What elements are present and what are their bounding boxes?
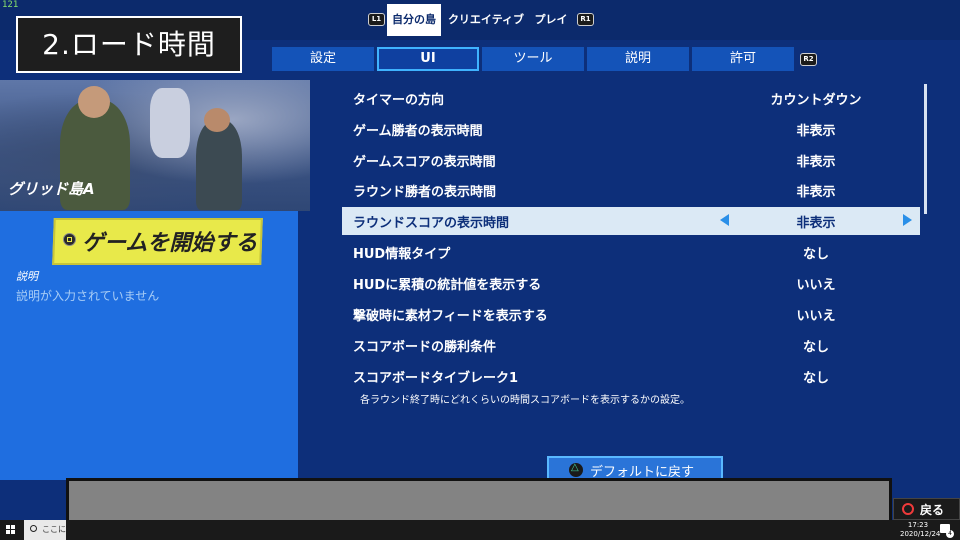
setting-row-value[interactable]: 非表示	[756, 181, 876, 200]
top-tab-creative[interactable]: クリエイティブ	[446, 4, 526, 36]
setting-row-label[interactable]: ラウンド勝者の表示時間	[353, 181, 496, 200]
setting-row-value[interactable]: なし	[756, 336, 876, 355]
setting-row-value[interactable]: なし	[756, 243, 876, 262]
notification-count-badge: 4	[946, 530, 954, 538]
setting-row-label[interactable]: タイマーの方向	[353, 89, 444, 108]
arrow-left-icon[interactable]	[720, 214, 729, 226]
setting-row-label[interactable]: スコアボードの勝利条件	[353, 336, 496, 355]
description-value: 説明が入力されていません	[16, 289, 160, 303]
tab-tools[interactable]: ツール	[482, 47, 584, 71]
setting-row-value[interactable]: 非表示	[756, 120, 876, 139]
tab-settings[interactable]: 設定	[272, 47, 374, 71]
setting-row-label[interactable]: ゲーム勝者の表示時間	[353, 120, 483, 139]
setting-row-value[interactable]: カウントダウン	[756, 89, 876, 108]
setting-row-value[interactable]: なし	[756, 367, 876, 386]
setting-row-label[interactable]: 撃破時に素材フィードを表示する	[353, 305, 548, 324]
square-button-icon	[63, 233, 76, 246]
setting-row-value-selected[interactable]: 非表示	[756, 212, 876, 231]
setting-row-label[interactable]: ゲームスコアの表示時間	[353, 151, 496, 170]
arrow-right-icon[interactable]	[903, 214, 912, 226]
top-tab-my-island[interactable]: 自分の島	[387, 4, 441, 36]
taskbar-time: 17:23	[907, 521, 929, 529]
taskbar-clock[interactable]: 17:23 2020/12/24	[900, 521, 941, 539]
description-label: 説明	[16, 270, 38, 283]
windows-taskbar	[0, 520, 960, 540]
l1-button-icon: L1	[368, 13, 385, 26]
taskbar-search-placeholder: ここに入	[42, 525, 66, 534]
back-button-label: 戻る	[920, 503, 945, 517]
tab-ui[interactable]: UI	[377, 47, 479, 71]
fps-counter: 121	[2, 0, 19, 10]
setting-row-value[interactable]: 非表示	[756, 151, 876, 170]
tab-permissions[interactable]: 許可	[692, 47, 794, 71]
setting-row-label[interactable]: HUDに累積の統計値を表示する	[353, 274, 541, 293]
setting-row-label[interactable]: HUD情報タイプ	[353, 243, 450, 262]
search-icon	[30, 525, 37, 532]
start-game-button-label: ゲームを開始する	[82, 231, 258, 256]
windows-start-icon[interactable]	[6, 525, 16, 535]
r1-button-icon: R1	[577, 13, 594, 26]
setting-row-label[interactable]: スコアボードタイブレーク1	[353, 367, 518, 386]
island-name: グリッド島A	[8, 180, 95, 198]
triangle-button-icon	[569, 462, 583, 477]
section-title-overlay: 2.ロード時間	[16, 16, 242, 73]
scrollbar-thumb[interactable]	[924, 84, 927, 214]
setting-row-value[interactable]: いいえ	[756, 305, 876, 324]
circle-button-icon	[902, 503, 914, 515]
top-tab-play[interactable]: プレイ	[530, 4, 572, 36]
r2-button-icon: R2	[800, 53, 817, 66]
tab-description[interactable]: 説明	[587, 47, 689, 71]
taskbar-date: 2020/12/24	[900, 530, 941, 538]
setting-help-text: 各ラウンド終了時にどれくらいの時間スコアボードを表示するかの設定。	[360, 395, 690, 406]
setting-row-value[interactable]: いいえ	[756, 274, 876, 293]
setting-row-label-selected[interactable]: ラウンドスコアの表示時間	[353, 212, 509, 231]
